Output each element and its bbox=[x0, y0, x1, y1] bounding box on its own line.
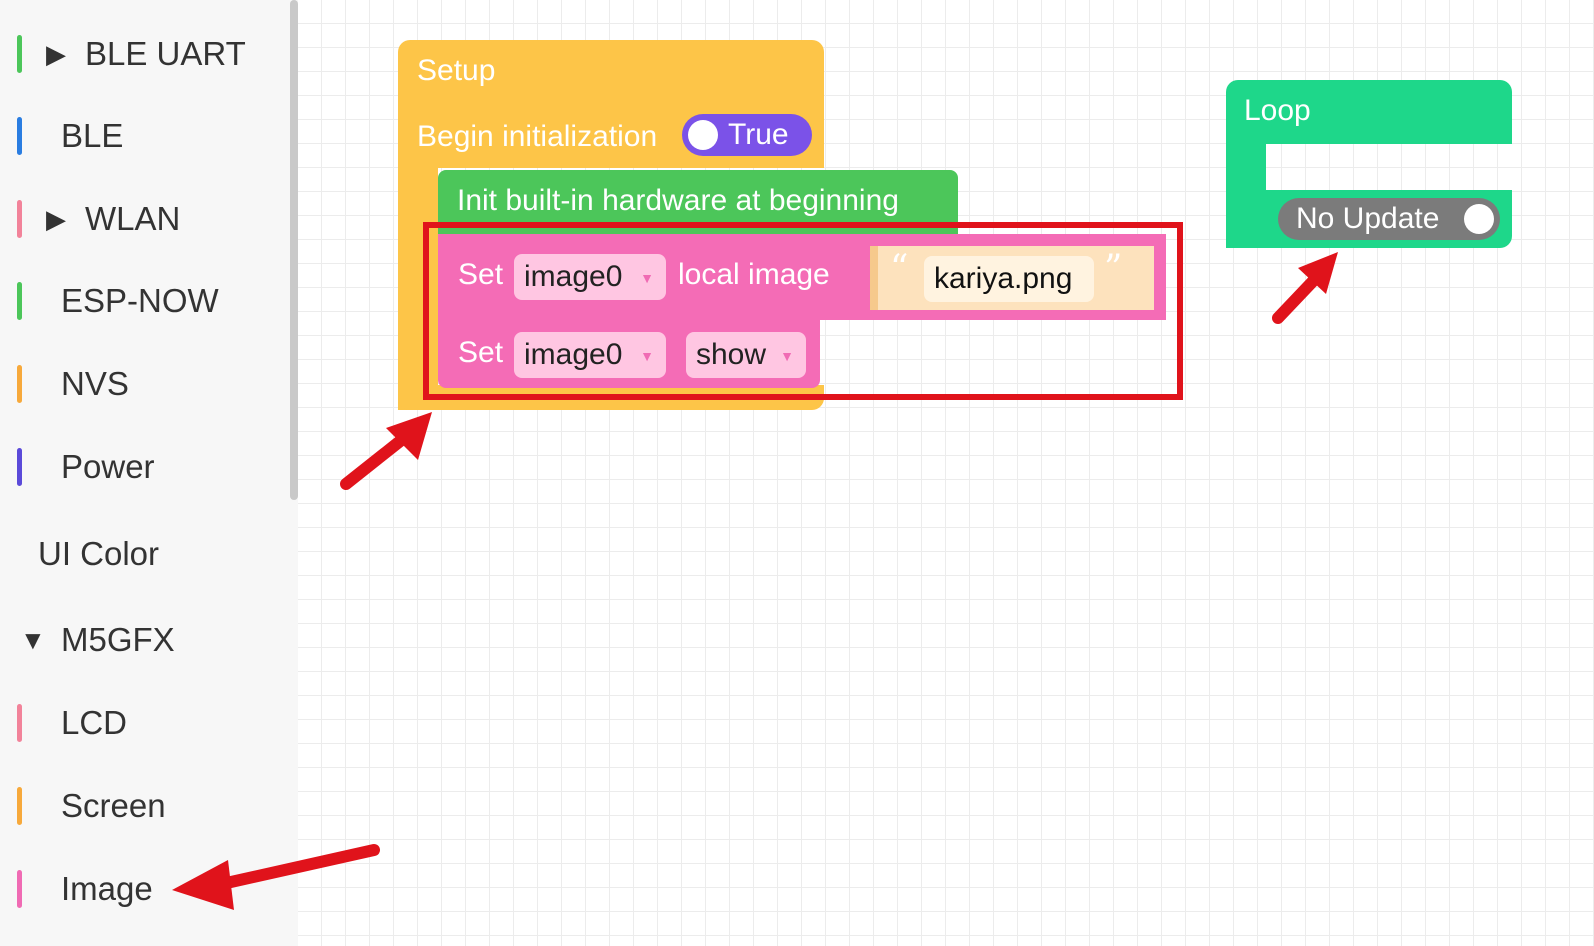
category-color-bar bbox=[17, 282, 22, 320]
triangle-right-icon: ▶ bbox=[46, 38, 66, 69]
triangle-right-icon: ▶ bbox=[46, 203, 66, 234]
loop-title: Loop bbox=[1244, 94, 1311, 127]
triangle-down-icon: ▼ bbox=[20, 624, 46, 655]
category-label: ESP-NOW bbox=[61, 282, 219, 319]
category-label: WLAN bbox=[85, 200, 181, 237]
begin-initialization-label: Begin initialization bbox=[417, 120, 658, 153]
category-label: M5GFX bbox=[61, 621, 175, 658]
sidebar-scrollbar[interactable] bbox=[290, 0, 298, 500]
highlight-rectangle bbox=[423, 222, 1183, 400]
category-label: Power bbox=[61, 448, 155, 485]
category-ble-uart[interactable]: ▶ BLE UART bbox=[0, 24, 290, 84]
category-color-bar bbox=[17, 200, 22, 238]
category-color-bar bbox=[17, 35, 22, 73]
arrow-annotation-icon bbox=[172, 844, 380, 910]
arrow-annotation-icon bbox=[340, 412, 432, 490]
category-label: BLE bbox=[61, 117, 124, 154]
category-sidebar: ▶ BLE UART BLE ▶ WLAN ESP-NOW NVS Power … bbox=[0, 0, 298, 946]
category-nvs[interactable]: NVS bbox=[0, 354, 290, 414]
toggle-label: No Update bbox=[1296, 202, 1440, 235]
category-power[interactable]: Power bbox=[0, 437, 290, 497]
update-toggle[interactable]: No Update bbox=[1278, 198, 1500, 240]
toggle-knob bbox=[688, 120, 718, 150]
toggle-knob bbox=[1464, 204, 1494, 234]
category-color-bar bbox=[17, 117, 22, 155]
category-screen[interactable]: Screen bbox=[0, 776, 290, 836]
category-wlan[interactable]: ▶ WLAN bbox=[0, 189, 290, 249]
init-hardware-label: Init built-in hardware at beginning bbox=[457, 184, 899, 217]
category-label: Screen bbox=[61, 787, 166, 824]
begin-initialization-toggle[interactable]: True bbox=[682, 114, 812, 156]
category-label: LCD bbox=[61, 704, 128, 741]
category-label: BLE UART bbox=[85, 35, 246, 72]
category-color-bar bbox=[17, 704, 22, 742]
category-label: UI Color bbox=[38, 535, 160, 572]
toggle-label: True bbox=[728, 118, 789, 151]
category-color-bar bbox=[17, 448, 22, 486]
category-ble[interactable]: BLE bbox=[0, 106, 290, 166]
blocks-workspace[interactable]: Setup Begin initialization True Init bui… bbox=[298, 0, 1594, 946]
category-label: Image bbox=[61, 870, 153, 907]
category-lcd[interactable]: LCD bbox=[0, 693, 290, 753]
arrow-annotation-icon bbox=[1272, 252, 1338, 324]
category-color-bar bbox=[17, 365, 22, 403]
category-m5gfx[interactable]: ▼ M5GFX bbox=[0, 610, 290, 670]
category-ui-color[interactable]: UI Color bbox=[0, 524, 290, 584]
category-color-bar bbox=[17, 870, 22, 908]
loop-block[interactable]: Loop No Update bbox=[1226, 80, 1512, 248]
category-label: NVS bbox=[61, 365, 129, 402]
category-esp-now[interactable]: ESP-NOW bbox=[0, 271, 290, 331]
category-color-bar bbox=[17, 787, 22, 825]
setup-title: Setup bbox=[417, 54, 496, 87]
